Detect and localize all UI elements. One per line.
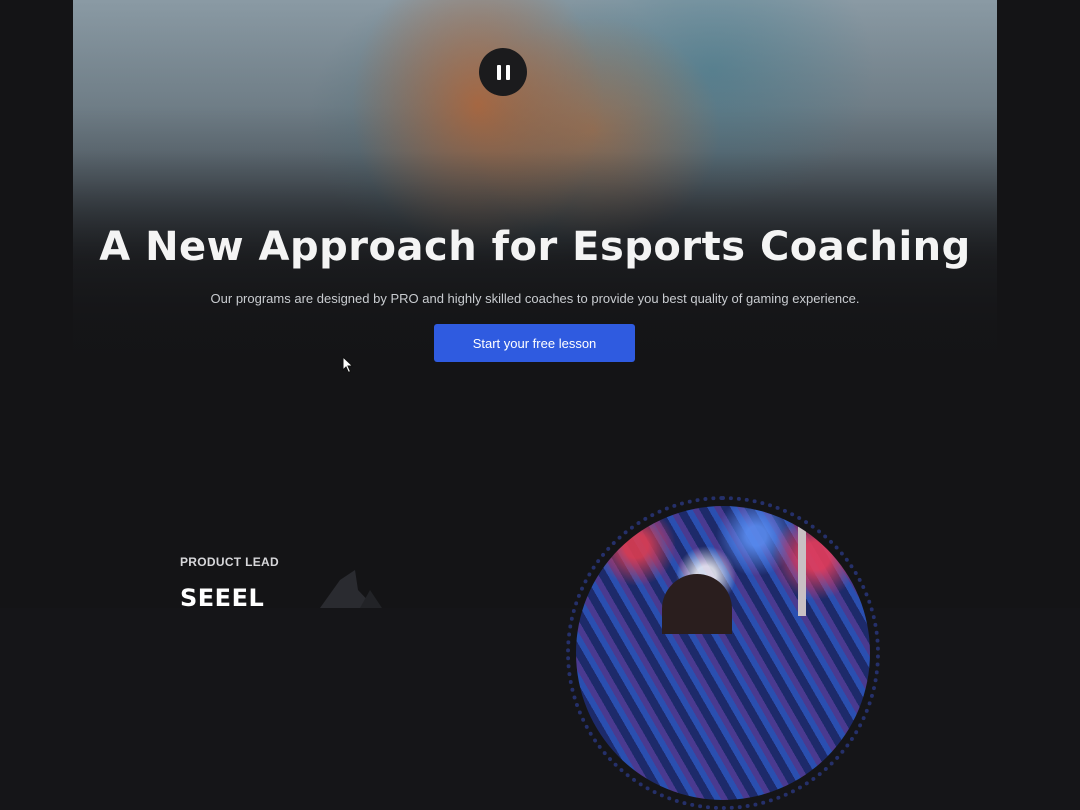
pause-icon (496, 64, 510, 80)
hero-title: A New Approach for Esports Coaching (99, 224, 971, 270)
pause-button[interactable] (479, 48, 527, 96)
decorative-shard-icon (320, 570, 382, 608)
mouse-cursor-icon (342, 356, 354, 374)
profile-photo (576, 506, 870, 800)
hero-video-overlay (73, 0, 997, 378)
photo-person (662, 574, 732, 634)
photo-pole (798, 526, 806, 616)
start-free-lesson-button[interactable]: Start your free lesson (434, 324, 635, 362)
hero-subtitle: Our programs are designed by PRO and hig… (210, 291, 860, 306)
profile-role-label: PRODUCT LEAD (180, 555, 279, 569)
hero-section: A New Approach for Esports Coaching Our … (73, 0, 997, 378)
